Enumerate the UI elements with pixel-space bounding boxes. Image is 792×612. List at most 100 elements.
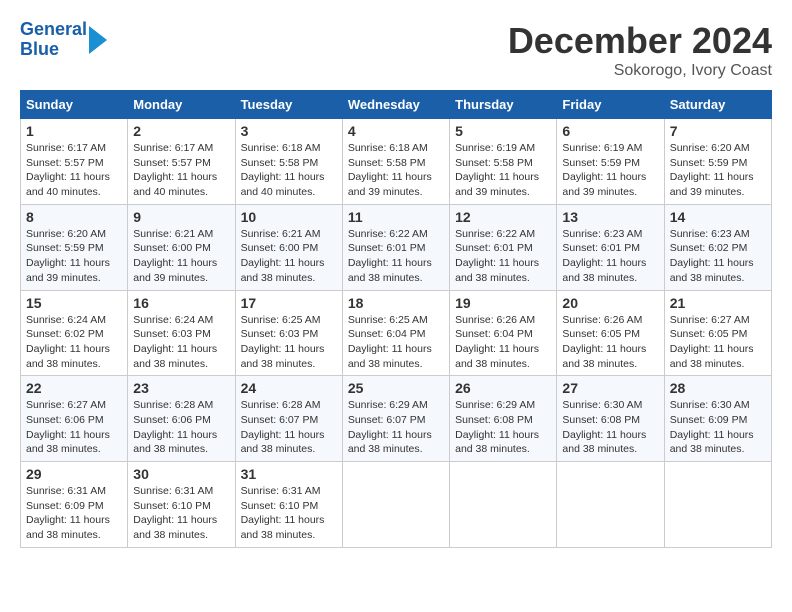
day-number: 9 [133, 209, 229, 225]
daylight-label: Daylight: 11 hours and 38 minutes. [562, 429, 646, 456]
sunset-label: Sunset: 6:02 PM [670, 242, 748, 254]
daylight-label: Daylight: 11 hours and 38 minutes. [670, 343, 754, 370]
calendar-cell: 9 Sunrise: 6:21 AM Sunset: 6:00 PM Dayli… [128, 204, 235, 290]
sunset-label: Sunset: 6:05 PM [670, 328, 748, 340]
day-info: Sunrise: 6:22 AM Sunset: 6:01 PM Dayligh… [348, 227, 444, 286]
sunrise-label: Sunrise: 6:28 AM [241, 399, 321, 411]
day-number: 7 [670, 123, 766, 139]
day-number: 4 [348, 123, 444, 139]
daylight-label: Daylight: 11 hours and 38 minutes. [133, 514, 217, 541]
calendar-cell: 8 Sunrise: 6:20 AM Sunset: 5:59 PM Dayli… [21, 204, 128, 290]
daylight-label: Daylight: 11 hours and 39 minutes. [562, 171, 646, 198]
page-header: General Blue December 2024 Sokorogo, Ivo… [20, 20, 772, 80]
calendar-cell: 20 Sunrise: 6:26 AM Sunset: 6:05 PM Dayl… [557, 290, 664, 376]
calendar-cell: 11 Sunrise: 6:22 AM Sunset: 6:01 PM Dayl… [342, 204, 449, 290]
day-info: Sunrise: 6:27 AM Sunset: 6:06 PM Dayligh… [26, 398, 122, 457]
day-number: 16 [133, 295, 229, 311]
daylight-label: Daylight: 11 hours and 39 minutes. [670, 171, 754, 198]
day-number: 30 [133, 466, 229, 482]
day-info: Sunrise: 6:19 AM Sunset: 5:58 PM Dayligh… [455, 141, 551, 200]
sunset-label: Sunset: 6:04 PM [455, 328, 533, 340]
sunrise-label: Sunrise: 6:21 AM [133, 228, 213, 240]
sunset-label: Sunset: 6:08 PM [455, 414, 533, 426]
calendar-cell: 29 Sunrise: 6:31 AM Sunset: 6:09 PM Dayl… [21, 462, 128, 548]
sunset-label: Sunset: 6:07 PM [241, 414, 319, 426]
day-info: Sunrise: 6:28 AM Sunset: 6:06 PM Dayligh… [133, 398, 229, 457]
calendar-cell: 2 Sunrise: 6:17 AM Sunset: 5:57 PM Dayli… [128, 119, 235, 205]
day-info: Sunrise: 6:26 AM Sunset: 6:04 PM Dayligh… [455, 313, 551, 372]
sunset-label: Sunset: 6:04 PM [348, 328, 426, 340]
day-number: 12 [455, 209, 551, 225]
sunrise-label: Sunrise: 6:17 AM [26, 142, 106, 154]
calendar-cell: 27 Sunrise: 6:30 AM Sunset: 6:08 PM Dayl… [557, 376, 664, 462]
day-number: 14 [670, 209, 766, 225]
day-number: 11 [348, 209, 444, 225]
calendar-cell: 23 Sunrise: 6:28 AM Sunset: 6:06 PM Dayl… [128, 376, 235, 462]
weekday-header: Sunday [21, 91, 128, 119]
sunrise-label: Sunrise: 6:29 AM [348, 399, 428, 411]
calendar-week-row: 8 Sunrise: 6:20 AM Sunset: 5:59 PM Dayli… [21, 204, 772, 290]
day-number: 29 [26, 466, 122, 482]
sunset-label: Sunset: 6:03 PM [241, 328, 319, 340]
day-info: Sunrise: 6:25 AM Sunset: 6:04 PM Dayligh… [348, 313, 444, 372]
sunset-label: Sunset: 5:57 PM [26, 157, 104, 169]
sunset-label: Sunset: 5:58 PM [241, 157, 319, 169]
sunrise-label: Sunrise: 6:29 AM [455, 399, 535, 411]
weekday-header: Friday [557, 91, 664, 119]
calendar-cell: 22 Sunrise: 6:27 AM Sunset: 6:06 PM Dayl… [21, 376, 128, 462]
sunset-label: Sunset: 6:10 PM [241, 500, 319, 512]
month-title: December 2024 [508, 20, 772, 62]
day-number: 19 [455, 295, 551, 311]
day-number: 17 [241, 295, 337, 311]
sunset-label: Sunset: 6:06 PM [26, 414, 104, 426]
day-info: Sunrise: 6:22 AM Sunset: 6:01 PM Dayligh… [455, 227, 551, 286]
daylight-label: Daylight: 11 hours and 38 minutes. [455, 343, 539, 370]
daylight-label: Daylight: 11 hours and 38 minutes. [455, 429, 539, 456]
calendar-table: SundayMondayTuesdayWednesdayThursdayFrid… [20, 90, 772, 548]
day-info: Sunrise: 6:25 AM Sunset: 6:03 PM Dayligh… [241, 313, 337, 372]
daylight-label: Daylight: 11 hours and 38 minutes. [562, 257, 646, 284]
day-number: 20 [562, 295, 658, 311]
calendar-week-row: 22 Sunrise: 6:27 AM Sunset: 6:06 PM Dayl… [21, 376, 772, 462]
daylight-label: Daylight: 11 hours and 38 minutes. [670, 429, 754, 456]
sunrise-label: Sunrise: 6:21 AM [241, 228, 321, 240]
daylight-label: Daylight: 11 hours and 40 minutes. [133, 171, 217, 198]
logo-blue: Blue [20, 39, 59, 59]
calendar-cell: 18 Sunrise: 6:25 AM Sunset: 6:04 PM Dayl… [342, 290, 449, 376]
day-number: 28 [670, 380, 766, 396]
daylight-label: Daylight: 11 hours and 38 minutes. [562, 343, 646, 370]
day-info: Sunrise: 6:29 AM Sunset: 6:08 PM Dayligh… [455, 398, 551, 457]
sunset-label: Sunset: 6:03 PM [133, 328, 211, 340]
day-info: Sunrise: 6:18 AM Sunset: 5:58 PM Dayligh… [241, 141, 337, 200]
sunset-label: Sunset: 6:08 PM [562, 414, 640, 426]
sunset-label: Sunset: 6:01 PM [455, 242, 533, 254]
calendar-cell: 17 Sunrise: 6:25 AM Sunset: 6:03 PM Dayl… [235, 290, 342, 376]
title-block: December 2024 Sokorogo, Ivory Coast [508, 20, 772, 80]
sunset-label: Sunset: 6:06 PM [133, 414, 211, 426]
day-info: Sunrise: 6:21 AM Sunset: 6:00 PM Dayligh… [133, 227, 229, 286]
sunset-label: Sunset: 6:09 PM [670, 414, 748, 426]
day-number: 22 [26, 380, 122, 396]
daylight-label: Daylight: 11 hours and 38 minutes. [133, 429, 217, 456]
daylight-label: Daylight: 11 hours and 38 minutes. [241, 429, 325, 456]
sunrise-label: Sunrise: 6:30 AM [562, 399, 642, 411]
calendar-cell: 3 Sunrise: 6:18 AM Sunset: 5:58 PM Dayli… [235, 119, 342, 205]
calendar-cell: 5 Sunrise: 6:19 AM Sunset: 5:58 PM Dayli… [450, 119, 557, 205]
logo-text: General Blue [20, 20, 87, 60]
sunset-label: Sunset: 5:58 PM [455, 157, 533, 169]
calendar-cell: 16 Sunrise: 6:24 AM Sunset: 6:03 PM Dayl… [128, 290, 235, 376]
sunset-label: Sunset: 5:57 PM [133, 157, 211, 169]
calendar-cell: 21 Sunrise: 6:27 AM Sunset: 6:05 PM Dayl… [664, 290, 771, 376]
day-number: 5 [455, 123, 551, 139]
day-info: Sunrise: 6:20 AM Sunset: 5:59 PM Dayligh… [26, 227, 122, 286]
logo-general: General [20, 19, 87, 39]
daylight-label: Daylight: 11 hours and 40 minutes. [26, 171, 110, 198]
sunrise-label: Sunrise: 6:22 AM [455, 228, 535, 240]
day-info: Sunrise: 6:23 AM Sunset: 6:02 PM Dayligh… [670, 227, 766, 286]
sunrise-label: Sunrise: 6:26 AM [562, 314, 642, 326]
daylight-label: Daylight: 11 hours and 38 minutes. [348, 343, 432, 370]
daylight-label: Daylight: 11 hours and 39 minutes. [348, 171, 432, 198]
sunrise-label: Sunrise: 6:31 AM [133, 485, 213, 497]
day-info: Sunrise: 6:31 AM Sunset: 6:09 PM Dayligh… [26, 484, 122, 543]
sunset-label: Sunset: 5:59 PM [670, 157, 748, 169]
